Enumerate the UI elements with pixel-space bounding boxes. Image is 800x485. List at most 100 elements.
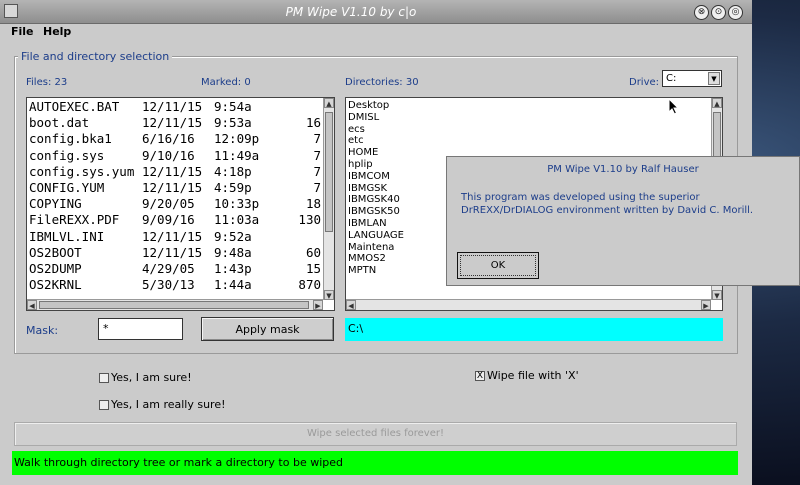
ok-button[interactable]: OK (457, 252, 539, 279)
about-dialog-text: This program was developed using the sup… (461, 192, 754, 216)
file-time: 9:52a (214, 228, 252, 244)
file-date: 9/09/16 (142, 212, 195, 228)
file-date: 12/11/15 (142, 228, 203, 244)
file-row[interactable]: config.sys.yum 12/11/15 4:18p 7 (29, 164, 321, 180)
file-row[interactable]: FileREXX.PDF 9/09/16 11:03a 130 (29, 212, 321, 228)
directory-item[interactable]: DMISL (348, 112, 404, 124)
file-size: 7 (313, 147, 321, 163)
maximize-icon[interactable]: ⊙ (711, 5, 726, 20)
file-name: CONFIG.YUM (29, 179, 105, 195)
file-size: 130 (298, 212, 321, 228)
file-name: FileREXX.PDF (29, 212, 120, 228)
scroll-up-icon[interactable]: ▲ (324, 98, 334, 108)
wipe-x-checkbox[interactable]: X (475, 371, 485, 381)
drive-label: Drive: (629, 77, 660, 88)
file-size: 16 (305, 115, 321, 131)
file-name: OS2BOOT (29, 244, 82, 260)
directory-item[interactable]: IBMCOM (348, 171, 404, 183)
files-horizontal-scrollbar[interactable]: ◀ ▶ (27, 299, 323, 310)
file-row[interactable]: IBMLVL.INI 12/11/15 9:52a (29, 229, 321, 245)
files-count-label: Files: 23 (26, 77, 68, 88)
mask-input[interactable]: * (98, 318, 183, 340)
minimize-icon[interactable]: ⊗ (694, 5, 709, 20)
directory-item[interactable]: etc (348, 135, 404, 147)
drive-select[interactable]: C: ▼ (662, 70, 722, 87)
file-name: config.sys.yum (29, 163, 135, 179)
scroll-up-icon[interactable]: ▲ (712, 98, 722, 108)
file-date: 6/16/16 (142, 131, 195, 147)
really-sure-label: Yes, I am really sure! (111, 398, 226, 411)
files-list: AUTOEXEC.BAT 12/11/15 9:54a boot.dat 12/11/1… (29, 99, 321, 293)
file-time: 11:03a (214, 212, 260, 228)
file-time: 12:09p (214, 131, 260, 147)
directory-item[interactable]: IBMLAN (348, 218, 404, 230)
sure-checkbox[interactable] (99, 373, 109, 383)
window-title: PM Wipe V1.10 by c|o (285, 5, 417, 19)
files-hscroll-thumb[interactable] (39, 301, 309, 309)
files-vertical-scrollbar[interactable]: ▲ ▼ (323, 98, 334, 300)
file-row[interactable]: AUTOEXEC.BAT 12/11/15 9:54a (29, 99, 321, 115)
file-time: 4:18p (214, 163, 252, 179)
file-date: 12/11/15 (142, 179, 203, 195)
file-row[interactable]: COPYING 9/20/05 10:33p 18 (29, 196, 321, 212)
menu-help[interactable]: Help (43, 25, 71, 38)
file-size: 7 (313, 163, 321, 179)
file-row[interactable]: config.sys 9/10/16 11:49a 7 (29, 148, 321, 164)
file-time: 11:49a (214, 147, 260, 163)
file-row[interactable]: CONFIG.YUM 12/11/15 4:59p 7 (29, 180, 321, 196)
directories-horizontal-scrollbar[interactable]: ◀ ▶ (346, 299, 711, 310)
file-time: 9:53a (214, 115, 252, 131)
file-date: 9/10/16 (142, 147, 195, 163)
chevron-down-icon[interactable]: ▼ (708, 72, 720, 85)
file-row[interactable]: OS2KRNL 5/30/13 1:44a 870 (29, 277, 321, 293)
really-sure-checkbox[interactable] (99, 400, 109, 410)
directory-item[interactable]: LANGUAGE (348, 230, 404, 242)
directory-item[interactable]: ecs (348, 124, 404, 136)
drive-value: C: (666, 73, 677, 84)
file-name: OS2DUMP (29, 260, 82, 276)
directory-item[interactable]: HOME (348, 147, 404, 159)
wipe-button[interactable]: Wipe selected files forever! (14, 422, 737, 446)
file-name: COPYING (29, 196, 82, 212)
marked-count-label: Marked: 0 (201, 77, 251, 88)
scroll-right-icon[interactable]: ▶ (313, 300, 323, 310)
status-bar: Walk through directory tree or mark a di… (12, 451, 738, 475)
directory-item[interactable]: Desktop (348, 100, 404, 112)
apply-mask-button[interactable]: Apply mask (201, 317, 334, 341)
directory-item[interactable]: IBMGSK40 (348, 194, 404, 206)
system-menu-icon[interactable] (4, 4, 18, 18)
scroll-left-icon[interactable]: ◀ (27, 300, 37, 310)
directory-item[interactable]: MMOS2 (348, 253, 404, 265)
scroll-down-icon[interactable]: ▼ (712, 290, 722, 300)
file-time: 10:33p (214, 196, 260, 212)
file-row[interactable]: boot.dat 12/11/15 9:53a 16 (29, 115, 321, 131)
file-row[interactable]: OS2DUMP 4/29/05 1:43p 15 (29, 261, 321, 277)
directory-item[interactable]: hplip (348, 159, 404, 171)
selection-group-title: File and directory selection (18, 50, 173, 63)
scroll-left-icon[interactable]: ◀ (346, 300, 356, 310)
file-date: 5/30/13 (142, 277, 195, 293)
wipe-x-label: Wipe file with 'X' (487, 369, 579, 382)
file-row[interactable]: OS2BOOT 12/11/15 9:48a 60 (29, 245, 321, 261)
file-time: 1:43p (214, 260, 252, 276)
directory-item[interactable]: IBMGSK (348, 183, 404, 195)
close-icon[interactable]: ◎ (728, 5, 743, 20)
file-date: 12/11/15 (142, 99, 203, 114)
title-bar[interactable]: PM Wipe V1.10 by c|o ⊗ ⊙ ◎ (0, 0, 752, 24)
mask-label: Mask: (26, 324, 59, 337)
ok-button-label: OK (460, 255, 536, 276)
scroll-right-icon[interactable]: ▶ (701, 300, 711, 310)
file-size: 60 (305, 244, 321, 260)
file-row[interactable]: config.bka1 6/16/16 12:09p 7 (29, 131, 321, 147)
files-listbox[interactable]: AUTOEXEC.BAT 12/11/15 9:54a boot.dat 12/11/1… (26, 97, 335, 311)
scroll-down-icon[interactable]: ▼ (324, 290, 334, 300)
file-time: 9:54a (214, 99, 252, 114)
files-scroll-thumb[interactable] (325, 112, 333, 232)
menu-bar: File Help (0, 24, 752, 42)
directory-item[interactable]: IBMGSK50 (348, 206, 404, 218)
directory-item[interactable]: Maintena (348, 242, 404, 254)
directory-item[interactable]: MPTN (348, 265, 404, 277)
sure-label: Yes, I am sure! (111, 371, 192, 384)
file-time: 4:59p (214, 179, 252, 195)
menu-file[interactable]: File (11, 25, 34, 38)
